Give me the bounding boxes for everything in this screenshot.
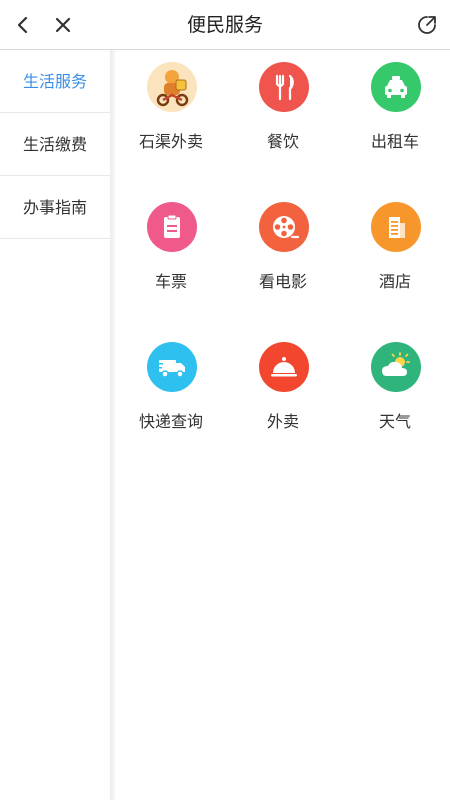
back-button[interactable]: [8, 10, 38, 40]
sidebar-item-bill-payment[interactable]: 生活缴费: [0, 113, 110, 176]
service-label: 车票: [154, 272, 187, 291]
ticket-icon: [147, 202, 197, 252]
service-label: 外卖: [266, 412, 299, 431]
delivery-truck-icon: [147, 342, 197, 392]
service-item-shiqu-delivery[interactable]: 石渠外卖: [115, 50, 227, 170]
sidebar-item-label: 生活服务: [22, 72, 87, 91]
chevron-left-icon: [17, 16, 28, 34]
delivery-rider-icon: [147, 62, 197, 112]
service-item-express-tracking[interactable]: 快递查询: [115, 330, 227, 450]
sidebar-item-service-guide[interactable]: 办事指南: [0, 176, 110, 239]
category-sidebar: 生活服务 生活缴费 办事指南: [0, 50, 110, 800]
weather-cloud-sun-icon: [371, 342, 421, 392]
service-item-dining[interactable]: 餐饮: [227, 50, 339, 170]
service-grid: 石渠外卖 餐饮 出租车 车票 看电影 酒店 快递查询 外卖 天气: [115, 50, 450, 800]
service-label: 石渠外卖: [138, 132, 203, 151]
service-label: 酒店: [378, 272, 411, 291]
service-label: 出租车: [370, 132, 419, 151]
service-item-ticket[interactable]: 车票: [115, 190, 227, 310]
film-reel-icon: [259, 202, 309, 252]
service-label: 看电影: [258, 272, 307, 291]
sidebar-item-label: 办事指南: [22, 198, 87, 217]
food-cloche-icon: [259, 342, 309, 392]
service-label: 快递查询: [138, 412, 203, 431]
sidebar-item-life-services[interactable]: 生活服务: [0, 50, 110, 113]
fork-knife-icon: [259, 62, 309, 112]
close-button[interactable]: [48, 10, 78, 40]
taxi-icon: [371, 62, 421, 112]
top-nav-bar: 便民服务: [0, 0, 450, 50]
share-button[interactable]: [412, 10, 442, 40]
hotel-icon: [371, 202, 421, 252]
sidebar-item-label: 生活缴费: [22, 135, 87, 154]
service-item-hotel[interactable]: 酒店: [339, 190, 450, 310]
service-item-takeout[interactable]: 外卖: [227, 330, 339, 450]
share-icon: [418, 16, 436, 34]
service-label: 天气: [378, 412, 411, 431]
service-item-movies[interactable]: 看电影: [227, 190, 339, 310]
service-item-weather[interactable]: 天气: [339, 330, 450, 450]
service-label: 餐饮: [266, 132, 299, 151]
close-icon: [55, 17, 71, 33]
service-item-taxi[interactable]: 出租车: [339, 50, 450, 170]
